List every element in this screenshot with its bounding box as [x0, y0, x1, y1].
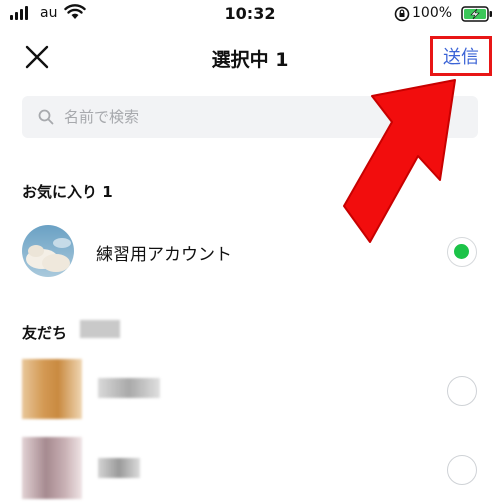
- friends-count-blurred: [80, 320, 120, 338]
- arrow-annotation: [343, 79, 456, 243]
- favorites-header: お気に入り 1: [22, 183, 113, 201]
- contact-name-blurred: [98, 378, 160, 398]
- search-icon: [38, 109, 54, 125]
- avatar: [22, 225, 74, 277]
- avatar: [22, 359, 82, 419]
- select-radio-favorite[interactable]: [447, 237, 477, 267]
- page-title: 選択中 1: [211, 49, 289, 71]
- orientation-lock-icon: [394, 6, 410, 22]
- status-bar: au 10:32 100%: [0, 0, 500, 30]
- contact-name-blurred: [98, 458, 140, 478]
- send-button[interactable]: 送信: [430, 36, 492, 76]
- select-radio-friend[interactable]: [447, 455, 477, 485]
- contact-name: 練習用アカウント: [96, 245, 232, 265]
- search-input[interactable]: [62, 107, 446, 127]
- battery-percent: 100%: [412, 5, 453, 21]
- friends-header: 友だち: [22, 324, 68, 342]
- search-bar[interactable]: [22, 96, 478, 138]
- battery-charging-icon: [461, 6, 492, 22]
- avatar: [22, 437, 82, 499]
- select-radio-friend[interactable]: [447, 376, 477, 406]
